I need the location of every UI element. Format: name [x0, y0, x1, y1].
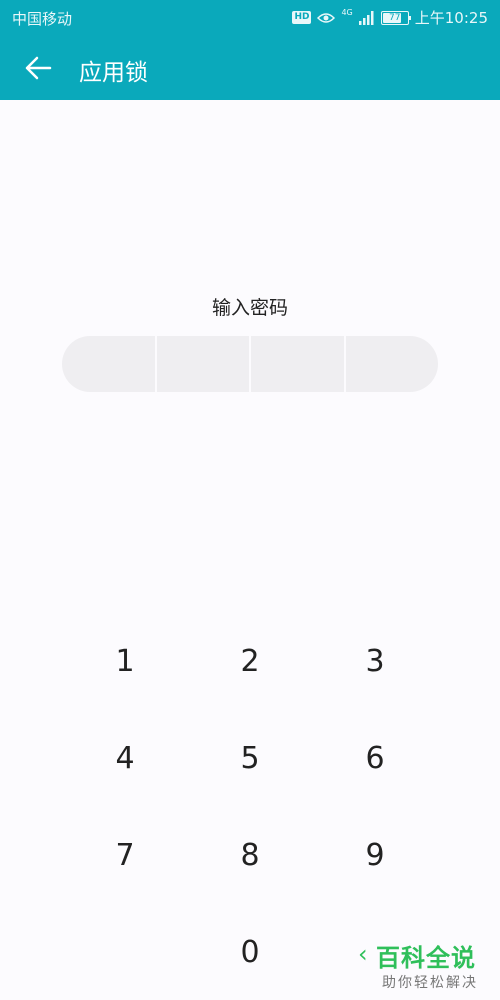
- key-8[interactable]: 8: [205, 820, 295, 890]
- key-9[interactable]: 9: [330, 820, 420, 890]
- key-1[interactable]: 1: [80, 626, 170, 696]
- watermark-logo: ‹ 百科全说 助你轻松解决: [358, 938, 498, 998]
- number-keypad: 1 2 3 4 5 6 7 8 9 0: [0, 0, 500, 1000]
- key-0[interactable]: 0: [205, 917, 295, 987]
- watermark-title: 百科全说: [376, 944, 476, 972]
- key-7[interactable]: 7: [80, 820, 170, 890]
- key-2[interactable]: 2: [205, 626, 295, 696]
- watermark-subtitle: 助你轻松解决: [382, 975, 478, 991]
- key-3[interactable]: 3: [330, 626, 420, 696]
- key-6[interactable]: 6: [330, 723, 420, 793]
- key-5[interactable]: 5: [205, 723, 295, 793]
- chevron-left-icon: ‹: [358, 940, 368, 968]
- key-4[interactable]: 4: [80, 723, 170, 793]
